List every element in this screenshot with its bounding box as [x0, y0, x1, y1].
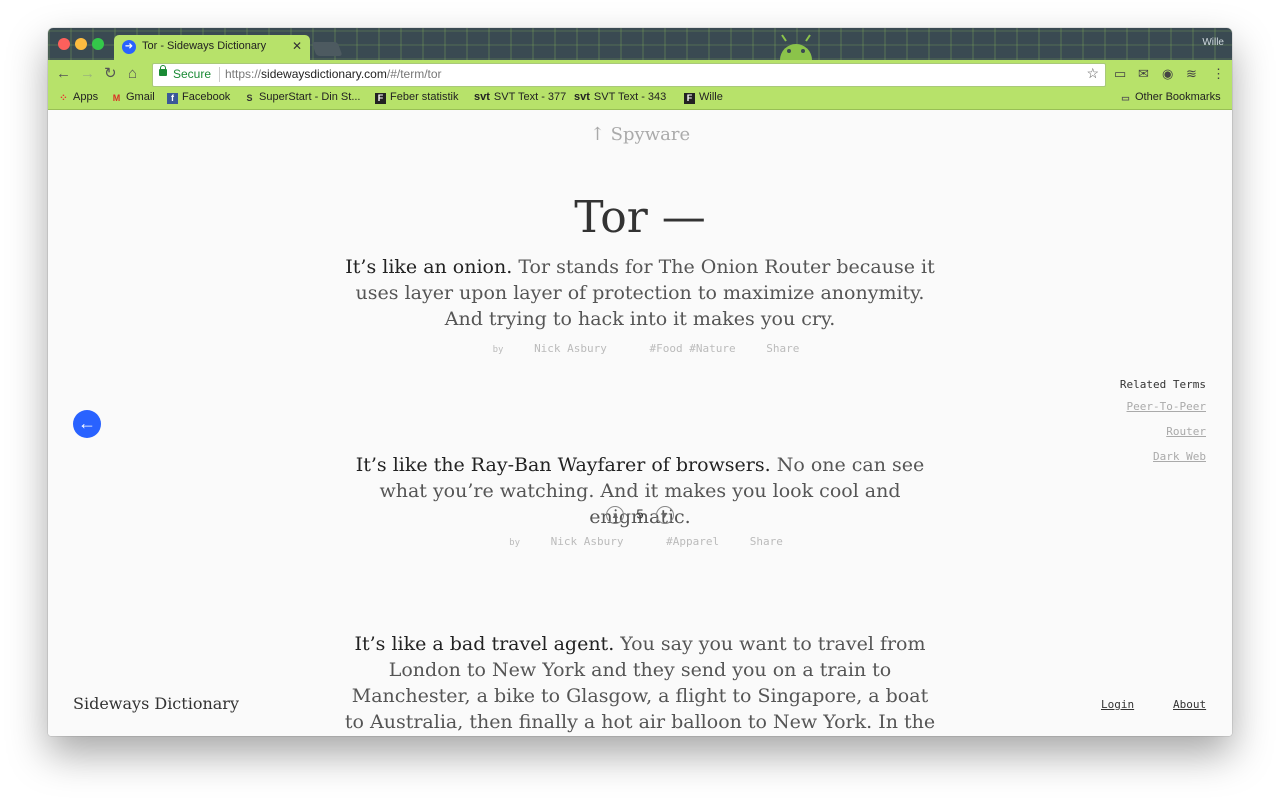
- page-title: Tor —: [574, 192, 706, 243]
- by-label: by: [509, 538, 520, 548]
- apps-grid-icon: ⁘: [59, 93, 68, 104]
- page-content: ↑ Spyware Tor — It’s like an onion. Tor …: [48, 110, 1232, 736]
- bookmark-gmail[interactable]: M Gmail: [111, 91, 155, 104]
- upvote-icon[interactable]: ▲: [606, 506, 625, 524]
- new-tab-button[interactable]: [311, 42, 343, 56]
- address-divider: [219, 67, 220, 82]
- bookmark-label: Feber statistik: [390, 91, 459, 103]
- bookmark-superstart[interactable]: S SuperStart - Din St...: [244, 91, 360, 104]
- bookmark-label: Other Bookmarks: [1135, 91, 1221, 103]
- url-scheme: https://: [225, 67, 262, 81]
- superstart-icon: S: [246, 93, 253, 103]
- browser-toolbar: ← → ↻ ⌂ Secure https://sidewaysdictionar…: [48, 60, 1232, 88]
- related-term-link[interactable]: Peer-To-Peer: [1127, 400, 1206, 413]
- minimize-window-button[interactable]: [75, 38, 87, 50]
- back-arrow-icon[interactable]: ←: [56, 65, 71, 83]
- back-arrow-icon[interactable]: ←: [73, 410, 101, 438]
- share-link[interactable]: Share: [750, 535, 783, 548]
- definition-lead: It’s like an onion.: [345, 256, 513, 278]
- url-path: /#/term/tor: [386, 67, 442, 81]
- cast-icon[interactable]: ▭: [1114, 67, 1126, 81]
- share-link[interactable]: Share: [766, 342, 799, 355]
- vote-control: ▲ 5 ▼: [48, 506, 1232, 524]
- folder-icon: ▭: [1121, 93, 1130, 103]
- bookmark-label: SuperStart - Din St...: [259, 91, 361, 103]
- close-window-button[interactable]: [58, 38, 70, 50]
- bookmark-wille[interactable]: F Wille: [684, 91, 723, 104]
- feber-icon: F: [375, 93, 386, 104]
- bookmark-label: Wille: [699, 91, 723, 103]
- facebook-icon: f: [167, 93, 178, 104]
- related-term-link[interactable]: Router: [1166, 425, 1206, 438]
- maximize-window-button[interactable]: [92, 38, 104, 50]
- by-label: by: [492, 345, 504, 355]
- parent-term-link[interactable]: ↑ Spyware: [48, 124, 1232, 145]
- bookmark-star-icon[interactable]: ☆: [1086, 65, 1099, 82]
- bookmark-label: Facebook: [182, 91, 231, 103]
- svt-icon: svt: [474, 91, 490, 103]
- bookmark-label: Apps: [73, 91, 99, 103]
- tab-close-icon[interactable]: ✕: [292, 39, 302, 53]
- svt-icon: svt: [574, 91, 590, 103]
- author-link[interactable]: Nick Asbury: [551, 535, 624, 548]
- tab-title: Tor - Sideways Dictionary: [142, 40, 267, 52]
- about-link[interactable]: About: [1173, 698, 1206, 711]
- definition-card: It’s like an onion. Tor stands for The O…: [340, 254, 940, 332]
- feber-icon: F: [684, 93, 695, 104]
- bookmark-svt-343[interactable]: svt SVT Text - 343: [574, 91, 666, 103]
- definition-meta: by Nick Asbury #Apparel Share: [48, 535, 1232, 548]
- menu-kebab-icon[interactable]: ⋮: [1212, 67, 1225, 81]
- security-label: Secure: [173, 67, 212, 81]
- brand-logo[interactable]: Sideways Dictionary: [73, 694, 239, 713]
- gmail-icon: M: [112, 93, 121, 103]
- tags-link[interactable]: #Food #Nature: [650, 342, 736, 355]
- extension-circle-icon[interactable]: ◉: [1162, 67, 1173, 81]
- bookmark-facebook[interactable]: f Facebook: [167, 91, 230, 104]
- url-host: sidewaysdictionary.com: [261, 67, 387, 81]
- vote-count: 5: [636, 506, 644, 522]
- bookmarks-bar: ⁘ Apps M Gmail f Facebook S SuperStart - Din…: [48, 88, 1232, 110]
- home-icon[interactable]: ⌂: [128, 65, 137, 83]
- site-favicon-icon: ➜: [122, 40, 136, 54]
- android-theme-icon: [780, 34, 812, 60]
- bookmark-label: SVT Text - 377: [493, 91, 567, 103]
- related-terms-heading: Related Terms: [1119, 378, 1206, 391]
- other-bookmarks[interactable]: ▭ Other Bookmarks: [1120, 91, 1221, 104]
- bookmark-feber[interactable]: F Feber statistik: [375, 91, 458, 104]
- address-bar[interactable]: Secure https://sidewaysdictionary.com/#/…: [152, 63, 1106, 87]
- downvote-icon[interactable]: ▼: [655, 506, 674, 524]
- login-link[interactable]: Login: [1101, 698, 1134, 711]
- layers-icon[interactable]: ≋: [1186, 67, 1197, 81]
- forward-arrow-icon[interactable]: →: [80, 65, 95, 83]
- related-term-link[interactable]: Dark Web: [1153, 450, 1206, 463]
- bookmark-label: Gmail: [126, 91, 155, 103]
- reload-icon[interactable]: ↻: [104, 65, 117, 83]
- browser-window: ➜ Tor - Sideways Dictionary ✕ Wille ← → …: [48, 28, 1232, 736]
- profile-name[interactable]: Wille: [1202, 37, 1224, 48]
- definition-meta: by Nick Asbury #Food #Nature Share: [48, 342, 1232, 355]
- definition-card: It’s like a bad travel agent. You say yo…: [340, 631, 940, 736]
- tags-link[interactable]: #Apparel: [666, 535, 719, 548]
- url-text[interactable]: https://sidewaysdictionary.com/#/term/to…: [225, 67, 442, 81]
- tab-strip: ➜ Tor - Sideways Dictionary ✕ Wille: [48, 28, 1232, 60]
- bookmark-apps[interactable]: ⁘ Apps: [58, 91, 98, 104]
- definition-lead: It’s like the Ray-Ban Wayfarer of browse…: [355, 454, 771, 476]
- author-link[interactable]: Nick Asbury: [534, 342, 607, 355]
- bookmark-label: SVT Text - 343: [593, 91, 667, 103]
- definition-lead: It’s like a bad travel agent.: [354, 633, 615, 655]
- lock-icon: [159, 65, 167, 76]
- browser-tab[interactable]: ➜ Tor - Sideways Dictionary ✕: [114, 35, 310, 60]
- bookmark-svt-377[interactable]: svt SVT Text - 377: [474, 91, 566, 103]
- mail-icon[interactable]: ✉: [1138, 67, 1149, 81]
